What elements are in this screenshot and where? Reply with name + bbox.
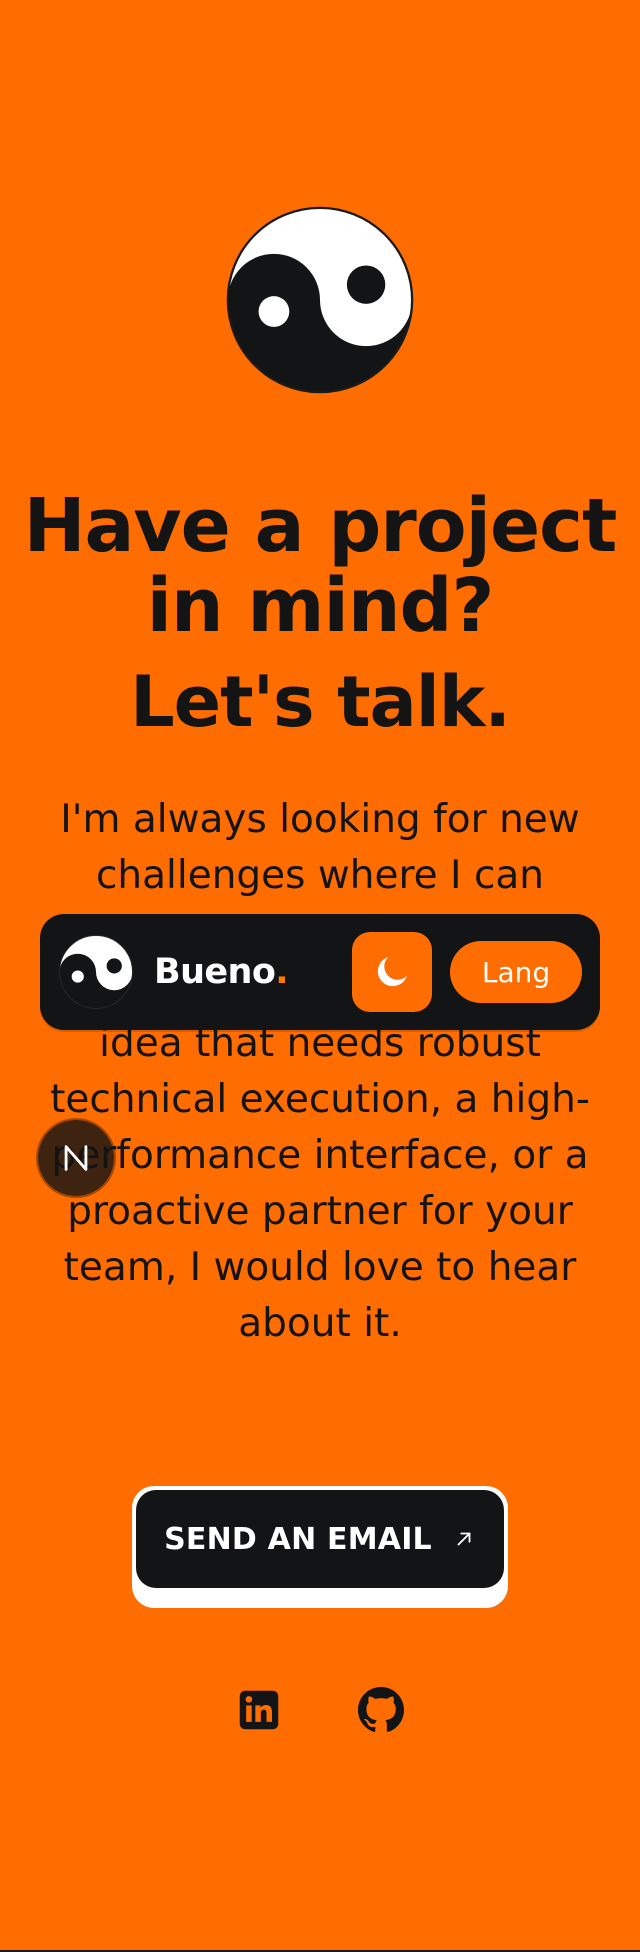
page-subheadline: Let's talk. xyxy=(130,661,511,743)
theme-toggle-button[interactable] xyxy=(352,932,432,1012)
language-button[interactable]: Lang xyxy=(450,941,582,1003)
github-icon[interactable] xyxy=(357,1686,405,1734)
devtools-indicator[interactable] xyxy=(38,1120,114,1196)
brand-name-text: Bueno xyxy=(154,952,276,992)
brand-link[interactable]: Bueno. xyxy=(58,934,334,1010)
linkedin-icon[interactable] xyxy=(235,1686,283,1734)
send-email-button[interactable]: SEND AN EMAIL xyxy=(136,1490,504,1588)
page-headline: Have a project in mind? xyxy=(23,483,618,649)
brand-logo-icon xyxy=(59,935,133,1009)
moon-icon xyxy=(377,957,407,987)
arrow-up-right-icon xyxy=(452,1527,476,1551)
intro-text: I'm always looking for new challenges wh… xyxy=(50,797,590,1346)
n-icon xyxy=(64,1145,88,1171)
social-links xyxy=(0,1686,640,1734)
floating-navbar: Bueno. Lang xyxy=(40,914,600,1030)
brand-name: Bueno. xyxy=(154,952,289,992)
brand-dot: . xyxy=(275,952,288,992)
hero-yin-yang-logo xyxy=(224,204,416,396)
send-email-label: SEND AN EMAIL xyxy=(164,1521,432,1557)
email-cta-area: SEND AN EMAIL xyxy=(132,1486,508,1608)
